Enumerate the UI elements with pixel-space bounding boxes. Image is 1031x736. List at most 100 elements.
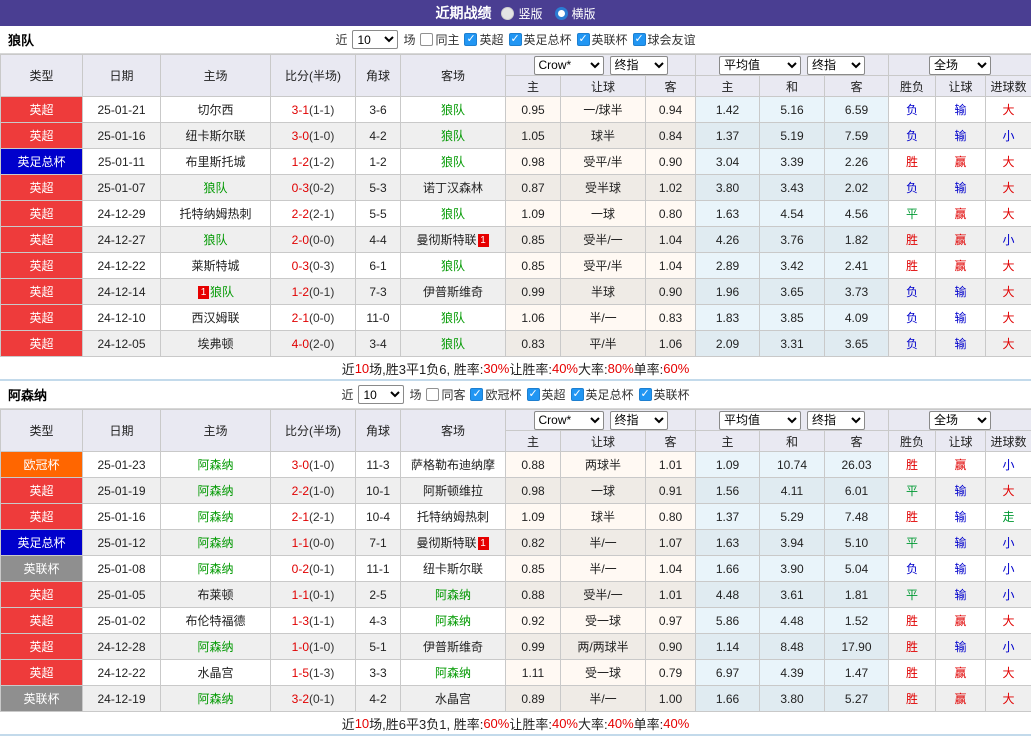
sub-column-header: 和 — [760, 76, 825, 97]
odds-away: 0.90 — [646, 279, 696, 305]
match-date: 24-12-22 — [83, 660, 161, 686]
result-goals: 大 — [986, 660, 1031, 686]
avg-home: 4.26 — [696, 227, 760, 253]
avg-select[interactable]: 平均值 — [719, 411, 801, 430]
home-team-name: 布里斯托城 — [185, 155, 245, 169]
table-row: 英超24-12-28阿森纳1-0(1-0)5-1伊普斯维奇0.99两/两球半0.… — [1, 634, 1031, 660]
away-team-name: 曼彻斯特联 — [416, 536, 476, 550]
odds-away: 1.07 — [646, 530, 696, 556]
league-filter-checkbox[interactable]: 英联杯 — [639, 386, 690, 403]
odds-home: 0.89 — [506, 686, 561, 712]
score-cell: 2-2(2-1) — [271, 201, 356, 227]
layout-radio-horizontal[interactable]: 横版 — [555, 5, 596, 22]
home-team-name: 纽卡斯尔联 — [185, 129, 245, 143]
same-venue-checkbox[interactable]: 同客 — [426, 386, 465, 403]
match-count-select[interactable]: 10 — [358, 385, 404, 404]
half-time-score: (1-0) — [309, 484, 334, 498]
avg-away: 4.09 — [825, 305, 889, 331]
odds-away: 0.80 — [646, 504, 696, 530]
avg-home: 1.63 — [696, 201, 760, 227]
away-team: 狼队 — [401, 331, 506, 357]
half-time-score: (1-0) — [309, 458, 334, 472]
summary-segment: 让胜率: — [509, 359, 552, 378]
avg-draw: 3.39 — [760, 149, 825, 175]
home-team: 阿森纳 — [161, 686, 271, 712]
scope-select[interactable]: 全场 — [929, 411, 991, 430]
filter-controls: 近10场同客欧冠杯英超英足总杯英联杯 — [341, 385, 689, 404]
league-filter-checkbox[interactable]: 英超 — [464, 31, 503, 48]
avg-away: 3.73 — [825, 279, 889, 305]
summary-segment: 40% — [552, 716, 578, 731]
home-team-name: 水晶宫 — [197, 666, 233, 680]
bookmaker-select[interactable]: Crow* — [534, 411, 604, 430]
team-label: 阿森纳 — [8, 385, 47, 404]
score-cell: 4-0(2-0) — [271, 331, 356, 357]
odds-away: 1.04 — [646, 227, 696, 253]
radio-icon — [501, 7, 514, 20]
column-header: 角球 — [356, 410, 401, 452]
avg-selects: 平均值终指 — [696, 411, 888, 430]
avg-draw: 4.11 — [760, 478, 825, 504]
avg-time-select[interactable]: 终指 — [807, 411, 865, 430]
avg-select[interactable]: 平均值 — [719, 56, 801, 75]
away-team: 伊普斯维奇 — [401, 279, 506, 305]
league-filter-checkbox[interactable]: 英超 — [527, 386, 566, 403]
table-row: 英超24-12-05埃弗顿4-0(2-0)3-4狼队0.83平/半1.062.0… — [1, 331, 1031, 357]
result-winloss: 胜 — [889, 452, 936, 478]
same-venue-checkbox[interactable]: 同主 — [420, 31, 459, 48]
odds-away: 0.94 — [646, 97, 696, 123]
odds-away: 0.90 — [646, 149, 696, 175]
league-filter-checkbox[interactable]: 欧冠杯 — [470, 386, 521, 403]
avg-home: 2.89 — [696, 253, 760, 279]
result-goals: 走 — [986, 504, 1031, 530]
result-handicap: 赢 — [936, 201, 986, 227]
odds-time-select[interactable]: 终指 — [610, 56, 668, 75]
half-time-score: (0-3) — [309, 259, 334, 273]
home-team-name: 布莱顿 — [197, 588, 233, 602]
half-time-score: (0-1) — [309, 588, 334, 602]
league-filter-checkbox[interactable]: 英足总杯 — [509, 31, 572, 48]
team-label: 狼队 — [8, 30, 34, 49]
crow-odds-group-header: Crow* 终指 — [506, 410, 696, 431]
away-team-name: 狼队 — [441, 103, 465, 117]
sub-column-header: 主 — [696, 431, 760, 452]
home-team-name: 阿森纳 — [197, 510, 233, 524]
league-filter-checkbox[interactable]: 球会友谊 — [633, 31, 696, 48]
table-row: 英超24-12-141狼队1-2(0-1)7-3伊普斯维奇0.99半球0.901… — [1, 279, 1031, 305]
summary-segment: 10 — [355, 716, 369, 731]
half-time-score: (0-1) — [309, 692, 334, 706]
odds-home: 1.11 — [506, 660, 561, 686]
result-handicap: 输 — [936, 331, 986, 357]
league-filter-checkbox[interactable]: 英联杯 — [577, 31, 628, 48]
odds-home: 1.05 — [506, 123, 561, 149]
match-count-select[interactable]: 10 — [352, 30, 398, 49]
league-filter-checkbox[interactable]: 英足总杯 — [571, 386, 634, 403]
same-venue-label: 同主 — [435, 31, 459, 48]
odds-handicap: 半/一 — [561, 686, 646, 712]
layout-radio-vertical[interactable]: 竖版 — [501, 5, 542, 22]
match-date: 24-12-10 — [83, 305, 161, 331]
league-badge: 英超 — [1, 608, 83, 634]
score-cell: 1-2(0-1) — [271, 279, 356, 305]
table-row: 英超24-12-22水晶宫1-5(1-3)3-3阿森纳1.11受一球0.796.… — [1, 660, 1031, 686]
half-time-score: (0-1) — [309, 562, 334, 576]
score-cell: 3-2(0-1) — [271, 686, 356, 712]
sub-column-header: 主 — [506, 431, 561, 452]
full-time-score: 1-1 — [292, 536, 309, 550]
avg-home: 6.97 — [696, 660, 760, 686]
table-row: 英超24-12-22莱斯特城0-3(0-3)6-1狼队0.85受平/半1.042… — [1, 253, 1031, 279]
odds-time-select[interactable]: 终指 — [610, 411, 668, 430]
scope-select[interactable]: 全场 — [929, 56, 991, 75]
league-badge: 英联杯 — [1, 686, 83, 712]
recent-label: 近 — [341, 386, 353, 403]
bookmaker-select[interactable]: Crow* — [534, 56, 604, 75]
home-team-name: 阿森纳 — [197, 692, 233, 706]
full-time-score: 3-1 — [292, 103, 309, 117]
odds-handicap: 受平/半 — [561, 253, 646, 279]
avg-away: 7.59 — [825, 123, 889, 149]
odds-away: 1.02 — [646, 175, 696, 201]
odds-handicap: 半/一 — [561, 556, 646, 582]
avg-time-select[interactable]: 终指 — [807, 56, 865, 75]
odds-away: 0.83 — [646, 305, 696, 331]
away-team: 曼彻斯特联1 — [401, 227, 506, 253]
